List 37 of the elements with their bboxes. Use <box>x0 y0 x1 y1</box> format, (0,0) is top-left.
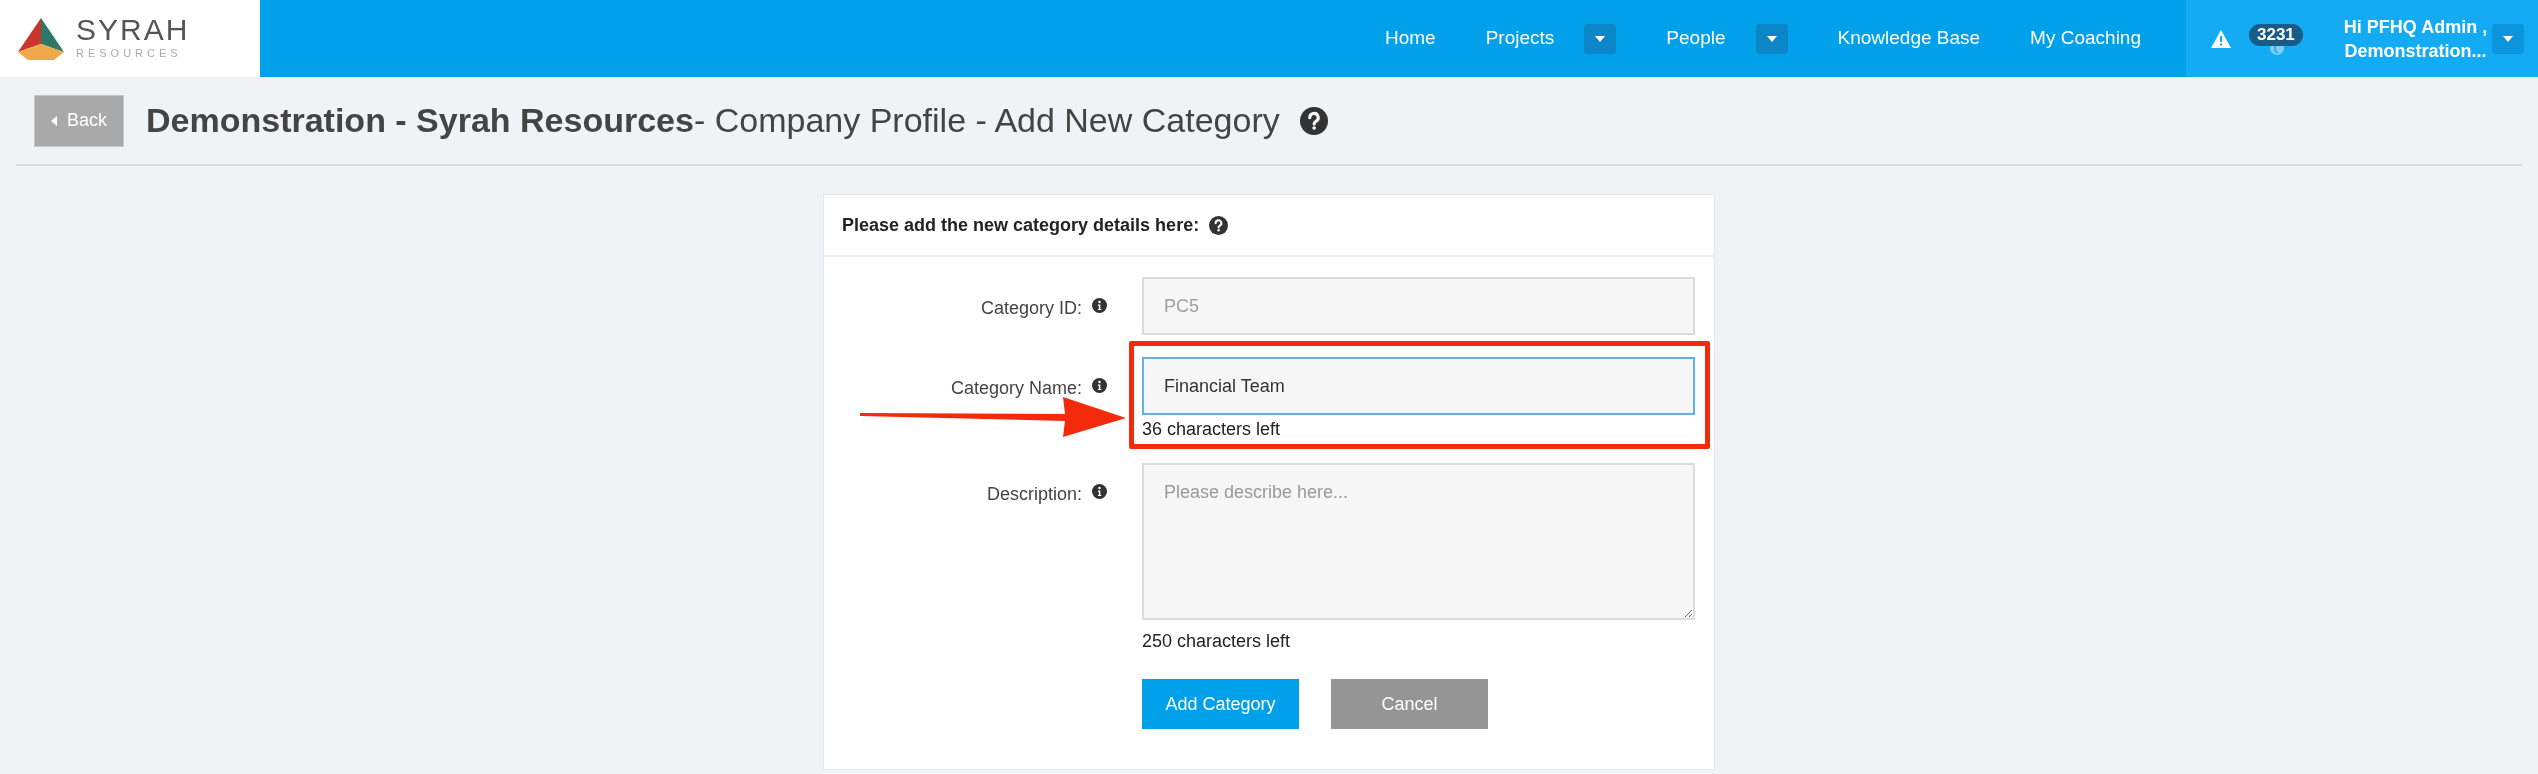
user-organisation[interactable]: Demonstration... <box>2344 38 2487 63</box>
info-icon <box>1092 378 1107 393</box>
card-heading: Please add the new category details here: <box>842 213 1200 237</box>
caret-icon <box>1595 35 1606 42</box>
nav-link[interactable]: Home <box>1385 24 1436 53</box>
warning-icon[interactable] <box>2211 29 2231 48</box>
field-label: Category Name: <box>950 377 1082 400</box>
character-counter: 250 characters left <box>1142 630 1292 653</box>
back-button[interactable]: Back <box>34 94 124 147</box>
character-counter: 36 characters left <box>1142 418 1282 441</box>
page-title: Demonstration - Syrah Resources- Company Profile - Add New Category <box>146 100 1280 141</box>
nav-link[interactable]: Projects <box>1485 24 1555 53</box>
info-icon <box>1092 484 1107 499</box>
logo-tagline: RESOURCES <box>76 46 183 62</box>
nav-link[interactable]: People <box>1666 24 1726 53</box>
dropdown-button[interactable] <box>1755 23 1788 54</box>
info-icon <box>1092 298 1107 313</box>
user-greeting[interactable]: Hi PFHQ Admin , <box>2343 14 2488 39</box>
field-label: Category ID: <box>980 297 1082 320</box>
triangle-logo-icon <box>18 17 64 60</box>
text-field[interactable]: Financial Team <box>1142 357 1695 415</box>
caret-icon <box>1766 35 1777 42</box>
caret-left-icon <box>51 115 57 126</box>
dropdown-button[interactable] <box>1584 23 1617 54</box>
help-icon[interactable] <box>1209 215 1229 235</box>
help-icon[interactable] <box>1299 106 1328 135</box>
nav-link[interactable]: Knowledge Base <box>1837 24 1981 53</box>
caret-icon <box>2503 35 2513 42</box>
notification-badge: 3231 <box>2249 23 2303 46</box>
description-field[interactable]: Please describe here... <box>1142 463 1695 620</box>
logo-name: SYRAH <box>76 15 190 46</box>
nav-link[interactable]: My Coaching <box>2030 24 2141 53</box>
user-menu-button[interactable] <box>2492 23 2524 54</box>
logo[interactable]: SYRAH RESOURCES <box>0 0 260 77</box>
form-button[interactable]: Add Category <box>1142 679 1299 729</box>
form-button[interactable]: Cancel <box>1331 679 1488 729</box>
field-label: Description: <box>986 483 1082 506</box>
